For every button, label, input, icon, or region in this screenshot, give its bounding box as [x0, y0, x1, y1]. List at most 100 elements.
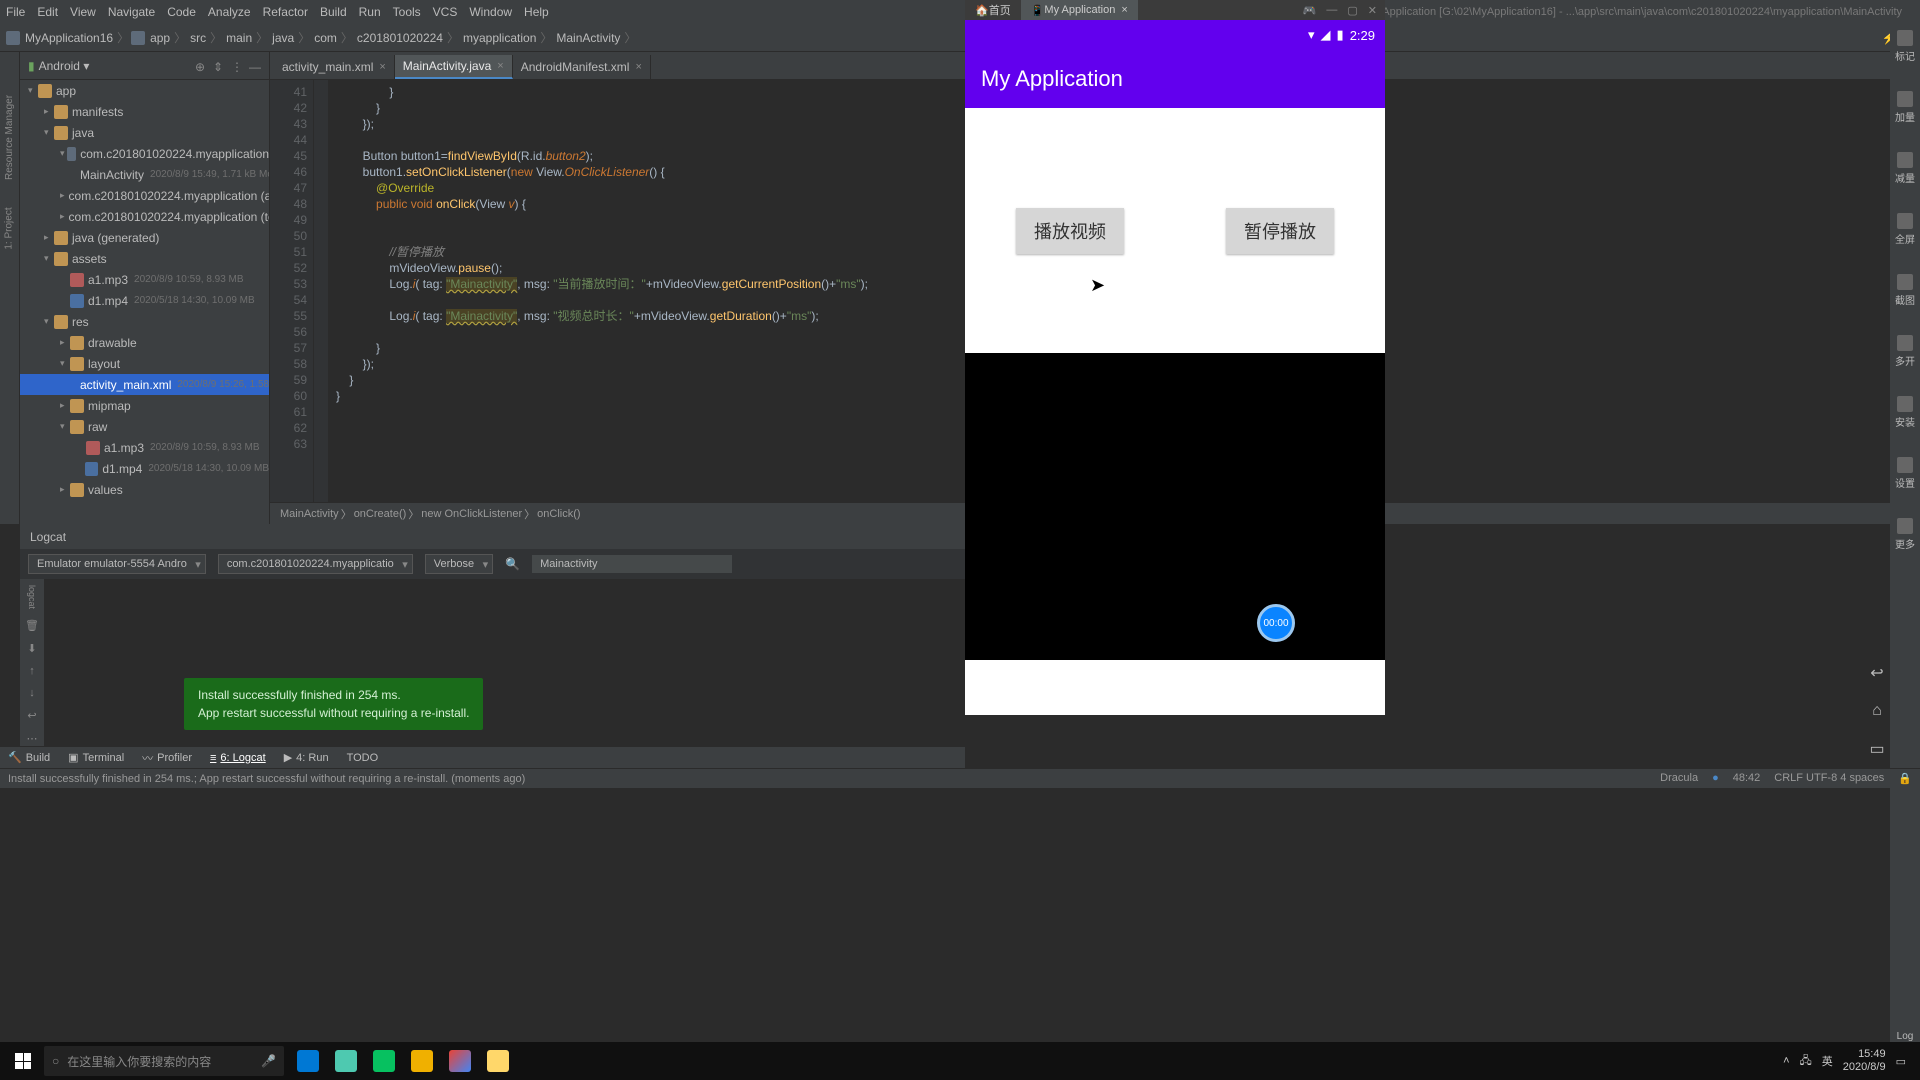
caret-position[interactable]: 48:42	[1733, 772, 1761, 785]
rail-volume-down[interactable]: 减量	[1895, 152, 1915, 185]
device-selector[interactable]: Emulator emulator-5554 Andro	[28, 554, 206, 574]
status-theme[interactable]: Dracula	[1660, 772, 1698, 785]
crumb-app[interactable]: app	[150, 31, 170, 45]
tree-item[interactable]: a1.mp32020/8/9 10:59, 8.93 MB	[20, 437, 269, 458]
rail-volume-up[interactable]: 加量	[1895, 91, 1915, 124]
menu-build[interactable]: Build	[320, 5, 347, 19]
bc-onclick[interactable]: onClick()	[537, 508, 580, 520]
video-view[interactable]: 00:00	[965, 353, 1385, 660]
crumb-src[interactable]: src	[190, 31, 206, 45]
menu-file[interactable]: File	[6, 5, 25, 19]
start-button[interactable]	[4, 1042, 42, 1080]
app-player[interactable]	[404, 1043, 440, 1079]
crumb-myapp[interactable]: myapplication	[463, 31, 536, 45]
crumb-main[interactable]: main	[226, 31, 252, 45]
rail-resource-manager[interactable]: Resource Manager	[4, 95, 15, 180]
bc-listener[interactable]: new OnClickListener	[421, 508, 522, 520]
mic-icon[interactable]: 🎤	[261, 1054, 276, 1068]
crumb-pkg[interactable]: c201801020224	[357, 31, 443, 45]
rail-multi[interactable]: 多开	[1895, 335, 1915, 368]
menu-help[interactable]: Help	[524, 5, 549, 19]
scroll-end-icon[interactable]: ⬇	[27, 642, 36, 655]
tree-item[interactable]: ▸values	[20, 479, 269, 500]
pause-video-button[interactable]: 暂停播放	[1226, 208, 1334, 254]
app-chrome[interactable]	[442, 1043, 478, 1079]
close-icon[interactable]: ×	[497, 60, 503, 72]
tree-item[interactable]: ▾app	[20, 80, 269, 101]
crumb-class[interactable]: MainActivity	[556, 31, 620, 45]
tree-item[interactable]: ▸manifests	[20, 101, 269, 122]
rail-log[interactable]: Log	[1897, 1031, 1914, 1042]
tray-ime[interactable]: 英	[1822, 1053, 1833, 1069]
menu-refactor[interactable]: Refactor	[263, 5, 308, 19]
trash-icon[interactable]: 🗑	[25, 619, 39, 632]
notifications-icon[interactable]: ▭	[1896, 1055, 1906, 1068]
tree-item[interactable]: activity_main.xml2020/8/9 15:26, 1.58 kB…	[20, 374, 269, 395]
logcat-filter-input[interactable]	[532, 555, 732, 573]
tree-item[interactable]: d1.mp42020/5/18 14:30, 10.09 MB	[20, 458, 269, 479]
maximize-icon[interactable]: ▢	[1347, 4, 1357, 17]
tree-item[interactable]: ▸java (generated)	[20, 227, 269, 248]
close-icon[interactable]: ×	[635, 61, 641, 73]
menu-analyze[interactable]: Analyze	[208, 5, 251, 19]
tree-item[interactable]: ▾assets	[20, 248, 269, 269]
home-icon[interactable]: ⌂	[1866, 703, 1888, 719]
minimize-icon[interactable]: —	[1326, 4, 1337, 17]
tree-item[interactable]: ▸drawable	[20, 332, 269, 353]
rail-project[interactable]: 1: Project	[4, 207, 15, 249]
menu-code[interactable]: Code	[167, 5, 196, 19]
close-icon[interactable]: ×	[1121, 4, 1127, 16]
lock-icon[interactable]: 🔒	[1898, 772, 1912, 785]
menu-edit[interactable]: Edit	[37, 5, 58, 19]
project-tree[interactable]: ▾app▸manifests▾java▾com.c201801020224.my…	[20, 80, 269, 524]
taskbar-search[interactable]: ○ 在这里输入你要搜索的内容 🎤	[44, 1046, 284, 1076]
target-icon[interactable]: ⊕	[195, 60, 207, 72]
tree-item[interactable]: ▾raw	[20, 416, 269, 437]
tab-run[interactable]: ▶ 4: Run	[284, 751, 329, 764]
settings-icon[interactable]: ⋮	[231, 60, 243, 72]
app-gif[interactable]	[328, 1043, 364, 1079]
play-video-button[interactable]: 播放视频	[1016, 208, 1124, 254]
tab-profiler[interactable]: 〰 Profiler	[142, 750, 192, 766]
rail-settings[interactable]: 设置	[1895, 457, 1915, 490]
tree-item[interactable]: ▾res	[20, 311, 269, 332]
rail-more[interactable]: 更多	[1895, 518, 1915, 551]
rail-install[interactable]: 安装	[1895, 396, 1915, 429]
wrap-icon[interactable]: ↩	[27, 709, 36, 722]
tab-activity-main[interactable]: activity_main.xml×	[274, 55, 395, 79]
tab-logcat[interactable]: ≡ 6: Logcat	[210, 752, 266, 764]
back-icon[interactable]: ↩	[1866, 665, 1888, 681]
down-icon[interactable]: ↓	[29, 687, 35, 699]
tab-build[interactable]: 🔨 Build	[8, 751, 50, 764]
close-icon[interactable]: ×	[379, 61, 385, 73]
bc-oncreate[interactable]: onCreate()	[354, 508, 407, 520]
menu-run[interactable]: Run	[359, 5, 381, 19]
loglevel-selector[interactable]: Verbose	[425, 554, 493, 574]
gamepad-icon[interactable]: 🎮	[1303, 4, 1317, 17]
tree-item[interactable]: ▾com.c201801020224.myapplication	[20, 143, 269, 164]
hide-icon[interactable]: —	[249, 60, 261, 72]
tree-item[interactable]: ▸com.c201801020224.myapplication (androi…	[20, 185, 269, 206]
app-wechat[interactable]	[366, 1043, 402, 1079]
tree-item[interactable]: d1.mp42020/5/18 14:30, 10.09 MB	[20, 290, 269, 311]
recents-icon[interactable]: ▭	[1866, 741, 1888, 757]
menu-vcs[interactable]: VCS	[433, 5, 458, 19]
tree-item[interactable]: ▸mipmap	[20, 395, 269, 416]
tree-item[interactable]: MainActivity2020/8/9 15:49, 1.71 kB Mome…	[20, 164, 269, 185]
project-view-selector[interactable]: Android ▾	[39, 59, 189, 73]
logcat-output[interactable]: Install successfully finished in 254 ms.…	[44, 579, 965, 746]
emu-tab-app[interactable]: 📱 My Application×	[1021, 0, 1138, 20]
bc-class[interactable]: MainActivity	[280, 508, 339, 520]
tree-item[interactable]: a1.mp32020/8/9 10:59, 8.93 MB	[20, 269, 269, 290]
emu-tab-home[interactable]: 🏠 首页	[965, 0, 1021, 20]
rail-fullscreen[interactable]: 全屏	[1895, 213, 1915, 246]
crumb-com[interactable]: com	[314, 31, 337, 45]
tree-item[interactable]: ▾layout	[20, 353, 269, 374]
app-edge[interactable]	[290, 1043, 326, 1079]
crumb-project[interactable]: MyApplication16	[25, 31, 113, 45]
tree-item[interactable]: ▾java	[20, 122, 269, 143]
video-time-bubble[interactable]: 00:00	[1257, 604, 1295, 642]
menu-window[interactable]: Window	[469, 5, 512, 19]
crumb-java[interactable]: java	[272, 31, 294, 45]
logcat-subtab[interactable]: logcat	[27, 585, 37, 609]
